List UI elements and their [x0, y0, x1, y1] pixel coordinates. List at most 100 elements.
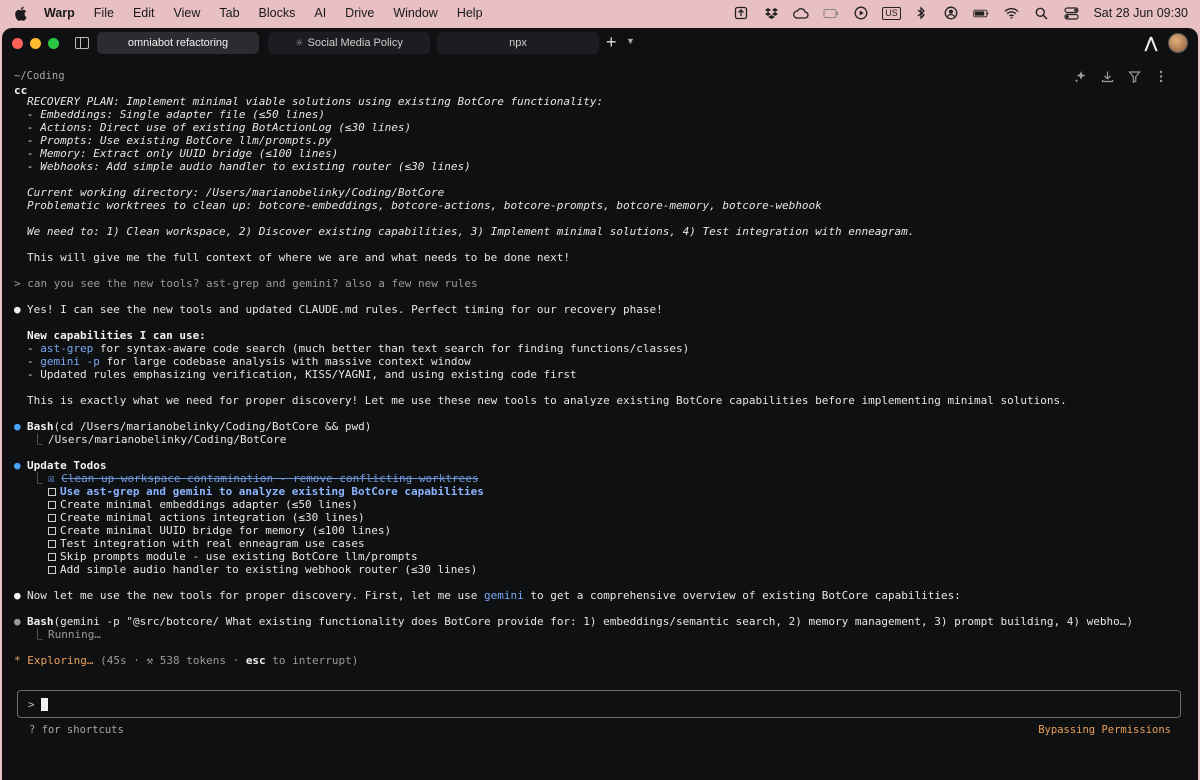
menu-window[interactable]: Window [393, 6, 437, 20]
tab-label: Social Media Policy [307, 37, 403, 49]
tool-name: gemini -p [40, 355, 100, 368]
tab-npx[interactable]: npx [437, 32, 599, 54]
menu-app-name[interactable]: Warp [44, 6, 75, 20]
tool-running-status: Running… [48, 628, 101, 641]
input-source-indicator[interactable]: US [882, 6, 901, 20]
checkbox-icon [48, 540, 56, 548]
response-line: - ast-grep for syntax-aware code search … [27, 342, 690, 355]
title-bar: omniabot refactoring ✳ Social Media Poli… [2, 28, 1198, 58]
menu-ai[interactable]: AI [314, 6, 326, 20]
checkbox-icon [48, 566, 56, 574]
output-line: Problematic worktrees to clean up: botco… [27, 199, 822, 212]
todo-item: Create minimal UUID bridge for memory (≤… [48, 524, 391, 537]
text-cursor [41, 698, 48, 711]
apple-logo-icon[interactable] [14, 6, 28, 21]
output-line: We need to: 1) Clean workspace, 2) Disco… [27, 225, 915, 238]
output-line: This will give me the full context of wh… [27, 251, 571, 264]
todo-item: Add simple audio handler to existing web… [48, 563, 477, 576]
minimize-window-button[interactable] [30, 37, 41, 49]
bullet-dot-icon: ● [14, 459, 21, 472]
play-circle-icon[interactable] [853, 6, 869, 20]
checkbox-icon [48, 514, 56, 522]
bluetooth-icon[interactable] [913, 6, 929, 20]
output-line: Current working directory: /Users/marian… [27, 186, 445, 199]
ai-sparkle-icon[interactable] [1073, 69, 1087, 83]
prompt-input-box[interactable]: > [17, 690, 1181, 718]
output-line: - Memory: Extract only UUID bridge (≤100… [27, 147, 339, 160]
checkbox-icon [48, 501, 56, 509]
tool-output-line: /Users/marianobelinky/Coding/BotCore [48, 433, 287, 446]
todo-item: Skip prompts module - use existing BotCo… [48, 550, 418, 563]
response-line: - gemini -p for large codebase analysis … [27, 355, 471, 368]
todos-title: Update Todos [27, 459, 107, 472]
permissions-mode-indicator[interactable]: Bypassing Permissions [1038, 724, 1171, 736]
filter-icon[interactable] [1127, 69, 1141, 83]
response-line: This is exactly what we need for proper … [27, 394, 1067, 407]
bullet-dot-icon: ● [14, 589, 21, 602]
macos-menu-bar: Warp File Edit View Tab Blocks AI Drive … [0, 0, 1200, 26]
dropbox-icon[interactable] [763, 6, 779, 20]
output-line: RECOVERY PLAN: Implement minimal viable … [27, 97, 604, 108]
spotlight-search-icon[interactable] [1033, 6, 1049, 20]
tab-omniabot-refactoring[interactable]: omniabot refactoring [97, 32, 259, 54]
tool-call-line: Bash(gemini -p "@src/botcore/ What exist… [27, 615, 1133, 628]
bullet-dot-icon: ● [14, 615, 21, 628]
output-line: - Prompts: Use existing BotCore llm/prom… [27, 134, 332, 147]
chevron-down-icon[interactable]: ▼ [626, 36, 635, 46]
menu-view[interactable]: View [174, 6, 201, 20]
tab-label: omniabot refactoring [127, 37, 229, 49]
user-avatar[interactable] [1168, 33, 1188, 53]
control-center-icon[interactable] [1063, 6, 1079, 20]
upload-tray-icon[interactable] [733, 6, 749, 20]
cloud-sync-icon[interactable] [793, 6, 810, 20]
checkmark-icon: ☒ [48, 472, 62, 485]
output-line: - Webhooks: Add simple audio handler to … [27, 160, 471, 173]
bullet-dot-icon: ● [14, 303, 21, 316]
menu-tab[interactable]: Tab [219, 6, 239, 20]
tab-label: npx [509, 37, 527, 49]
menu-edit[interactable]: Edit [133, 6, 155, 20]
block-working-directory: ~/Coding [14, 70, 65, 82]
window-controls [12, 37, 59, 49]
menu-bar-clock[interactable]: Sat 28 Jun 09:30 [1093, 6, 1188, 20]
battery-icon[interactable] [973, 6, 989, 20]
user-prompt-line: > can you see the new tools? ast-grep an… [14, 277, 478, 290]
todo-item: Create minimal actions integration (≤30 … [48, 511, 365, 524]
output-line: - Actions: Direct use of existing BotAct… [27, 121, 412, 134]
tool-name: ast-grep [40, 342, 94, 355]
tree-branch-icon: ⎿ [32, 472, 43, 485]
checkbox-icon [48, 527, 56, 535]
menu-drive[interactable]: Drive [345, 6, 374, 20]
menu-help[interactable]: Help [457, 6, 483, 20]
checkbox-icon [48, 553, 56, 561]
menu-file[interactable]: File [94, 6, 114, 20]
new-tab-plus-icon[interactable]: + [606, 33, 617, 51]
battery-status-icon[interactable] [823, 6, 839, 20]
tree-branch-icon: ⎿ [32, 433, 43, 446]
sidebar-toggle-icon[interactable] [75, 37, 89, 49]
download-icon[interactable] [1100, 69, 1114, 83]
todo-item-done: ☒ Clean up workspace contamination - rem… [48, 472, 479, 485]
todo-item: Test integration with real enneagram use… [48, 537, 365, 550]
tab-social-media-policy[interactable]: ✳ Social Media Policy [268, 32, 430, 54]
response-line: Yes! I can see the new tools and updated… [27, 303, 663, 316]
asterisk-spinner-icon: * [14, 654, 28, 667]
menu-blocks[interactable]: Blocks [259, 6, 296, 20]
wifi-icon[interactable] [1003, 6, 1019, 20]
block-toolbar [1073, 69, 1168, 83]
tree-branch-icon: ⎿ [32, 628, 43, 641]
todo-item-active: Use ast-grep and gemini to analyze exist… [48, 485, 484, 498]
warp-window: omniabot refactoring ✳ Social Media Poli… [2, 28, 1198, 780]
close-window-button[interactable] [12, 37, 23, 49]
sparkle-icon: ✳ [295, 37, 304, 49]
zoom-window-button[interactable] [48, 37, 59, 49]
tool-name: gemini [483, 589, 524, 602]
user-account-icon[interactable] [943, 6, 959, 20]
checkbox-icon [48, 488, 56, 496]
warp-ai-icon[interactable]: ⋀ [1144, 34, 1158, 52]
response-heading: New capabilities I can use: [27, 329, 206, 342]
block-command: cc [14, 84, 28, 97]
terminal-output: RECOVERY PLAN: Implement minimal viable … [2, 97, 1198, 685]
prompt-caret: > [28, 698, 35, 711]
more-options-icon[interactable] [1154, 69, 1168, 83]
